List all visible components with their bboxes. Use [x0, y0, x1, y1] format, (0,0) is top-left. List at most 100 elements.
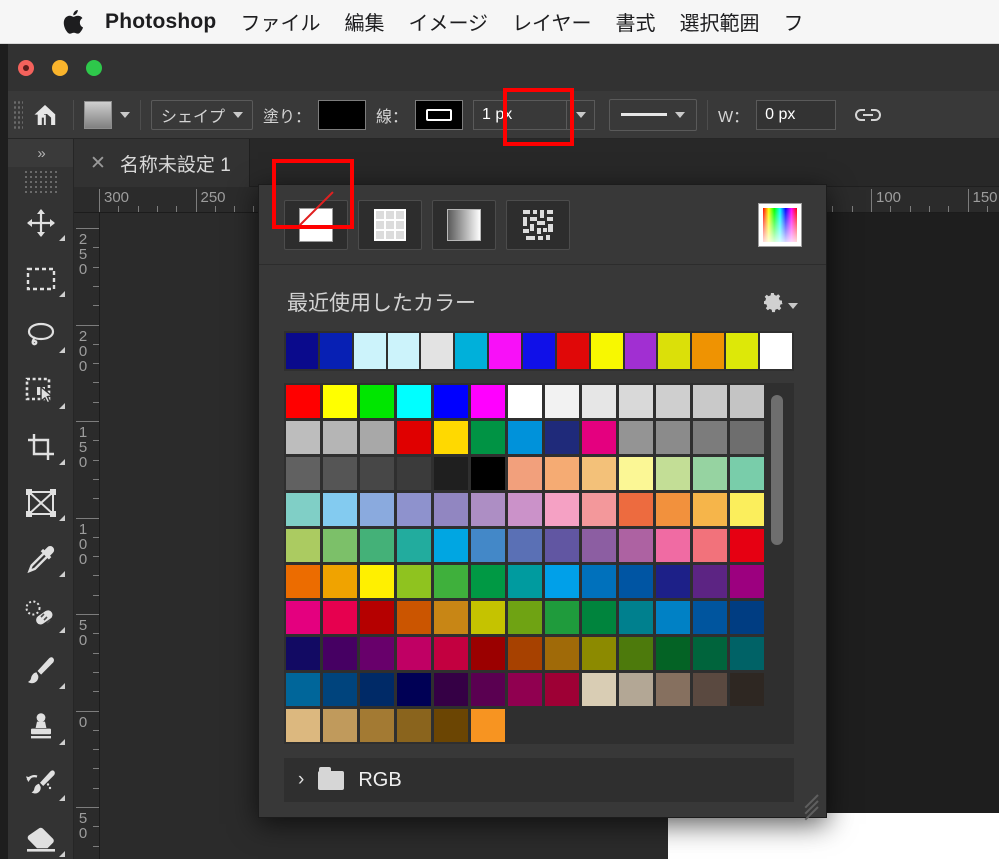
pattern-mode-button[interactable]	[506, 199, 570, 250]
color-swatch[interactable]	[471, 385, 505, 418]
menu-item-filter[interactable]: フ	[783, 7, 803, 36]
color-swatch[interactable]	[508, 673, 542, 706]
color-swatch[interactable]	[545, 601, 579, 634]
menu-item-type[interactable]: 書式	[615, 7, 655, 36]
color-swatch[interactable]	[545, 493, 579, 526]
color-swatch[interactable]	[656, 385, 690, 418]
color-swatch[interactable]	[286, 421, 320, 454]
color-swatch[interactable]	[397, 457, 431, 490]
color-swatch[interactable]	[471, 709, 505, 742]
color-swatch[interactable]	[730, 529, 764, 562]
color-swatch[interactable]	[323, 421, 357, 454]
home-icon[interactable]	[27, 102, 63, 128]
stroke-width-dropdown[interactable]	[567, 99, 596, 130]
color-swatch[interactable]	[582, 565, 616, 598]
color-swatch[interactable]	[619, 673, 653, 706]
color-swatch[interactable]	[508, 601, 542, 634]
color-swatch[interactable]	[545, 565, 579, 598]
color-swatch[interactable]	[397, 601, 431, 634]
color-swatch[interactable]	[545, 673, 579, 706]
recent-color-swatch[interactable]	[624, 333, 657, 369]
color-swatch[interactable]	[397, 421, 431, 454]
width-input[interactable]: 0 px	[756, 99, 837, 130]
resize-grip-icon[interactable]	[796, 789, 819, 821]
color-swatch[interactable]	[619, 601, 653, 634]
color-swatch[interactable]	[508, 529, 542, 562]
eraser-tool[interactable]	[8, 811, 73, 859]
color-swatch[interactable]	[545, 637, 579, 670]
marquee-tool[interactable]	[8, 251, 73, 307]
no-color-mode-button[interactable]	[284, 199, 348, 250]
color-swatch[interactable]	[397, 709, 431, 742]
panel-menu-button[interactable]	[761, 290, 798, 314]
brush-tool[interactable]	[8, 643, 73, 699]
fill-color-swatch[interactable]	[318, 99, 367, 130]
color-swatch[interactable]	[693, 673, 727, 706]
color-swatch[interactable]	[286, 565, 320, 598]
swatch-scrollbar-thumb[interactable]	[771, 395, 783, 545]
color-swatch[interactable]	[434, 709, 468, 742]
color-swatch[interactable]	[730, 385, 764, 418]
color-swatch[interactable]	[693, 385, 727, 418]
color-swatch[interactable]	[471, 529, 505, 562]
color-swatch[interactable]	[619, 637, 653, 670]
color-swatch[interactable]	[508, 565, 542, 598]
tool-preset-swatch[interactable]	[84, 100, 112, 129]
color-swatch[interactable]	[434, 385, 468, 418]
color-swatch[interactable]	[471, 565, 505, 598]
recent-color-swatch[interactable]	[319, 333, 352, 369]
color-swatch[interactable]	[619, 457, 653, 490]
color-swatch[interactable]	[693, 529, 727, 562]
recent-color-swatch[interactable]	[286, 333, 318, 369]
color-swatch[interactable]	[656, 529, 690, 562]
move-tool[interactable]	[8, 195, 73, 251]
color-swatch[interactable]	[323, 601, 357, 634]
color-swatch[interactable]	[582, 385, 616, 418]
object-selection-tool[interactable]	[8, 363, 73, 419]
color-swatch[interactable]	[471, 673, 505, 706]
color-swatch[interactable]	[323, 529, 357, 562]
color-swatch[interactable]	[471, 493, 505, 526]
apple-logo-icon[interactable]	[63, 9, 83, 34]
recent-color-swatch[interactable]	[556, 333, 589, 369]
color-swatch[interactable]	[656, 493, 690, 526]
color-swatch[interactable]	[434, 457, 468, 490]
color-swatch[interactable]	[360, 421, 394, 454]
color-swatch[interactable]	[323, 565, 357, 598]
color-swatch[interactable]	[545, 421, 579, 454]
color-swatch[interactable]	[360, 637, 394, 670]
close-window-button[interactable]	[18, 60, 34, 76]
minimize-window-button[interactable]	[52, 60, 68, 76]
tool-preset-chevron-down-icon[interactable]	[120, 111, 130, 118]
color-swatch[interactable]	[286, 601, 320, 634]
canvas-white-artboard[interactable]	[668, 813, 999, 859]
color-swatch[interactable]	[286, 709, 320, 742]
color-swatch[interactable]	[286, 457, 320, 490]
color-swatch[interactable]	[397, 637, 431, 670]
color-swatch[interactable]	[323, 637, 357, 670]
color-swatch[interactable]	[545, 457, 579, 490]
collapse-tools-button[interactable]: »	[8, 139, 73, 167]
menu-item-edit[interactable]: 編集	[344, 7, 384, 36]
color-swatch[interactable]	[656, 601, 690, 634]
color-swatch[interactable]	[619, 529, 653, 562]
color-swatch[interactable]	[545, 529, 579, 562]
menu-item-file[interactable]: ファイル	[240, 7, 320, 36]
menu-item-select[interactable]: 選択範囲	[679, 7, 759, 36]
color-swatch[interactable]	[693, 493, 727, 526]
color-swatch[interactable]	[730, 457, 764, 490]
lasso-tool[interactable]	[8, 307, 73, 363]
menu-item-image[interactable]: イメージ	[408, 7, 488, 36]
color-swatch[interactable]	[656, 673, 690, 706]
options-bar-grip[interactable]	[13, 99, 23, 130]
recent-color-swatch[interactable]	[590, 333, 623, 369]
color-swatch[interactable]	[508, 457, 542, 490]
color-swatch[interactable]	[656, 421, 690, 454]
color-swatch[interactable]	[582, 529, 616, 562]
recent-color-swatch[interactable]	[726, 333, 759, 369]
color-swatch[interactable]	[286, 493, 320, 526]
recent-color-swatch[interactable]	[489, 333, 522, 369]
color-swatch[interactable]	[582, 637, 616, 670]
color-swatch[interactable]	[360, 709, 394, 742]
color-swatch[interactable]	[471, 457, 505, 490]
